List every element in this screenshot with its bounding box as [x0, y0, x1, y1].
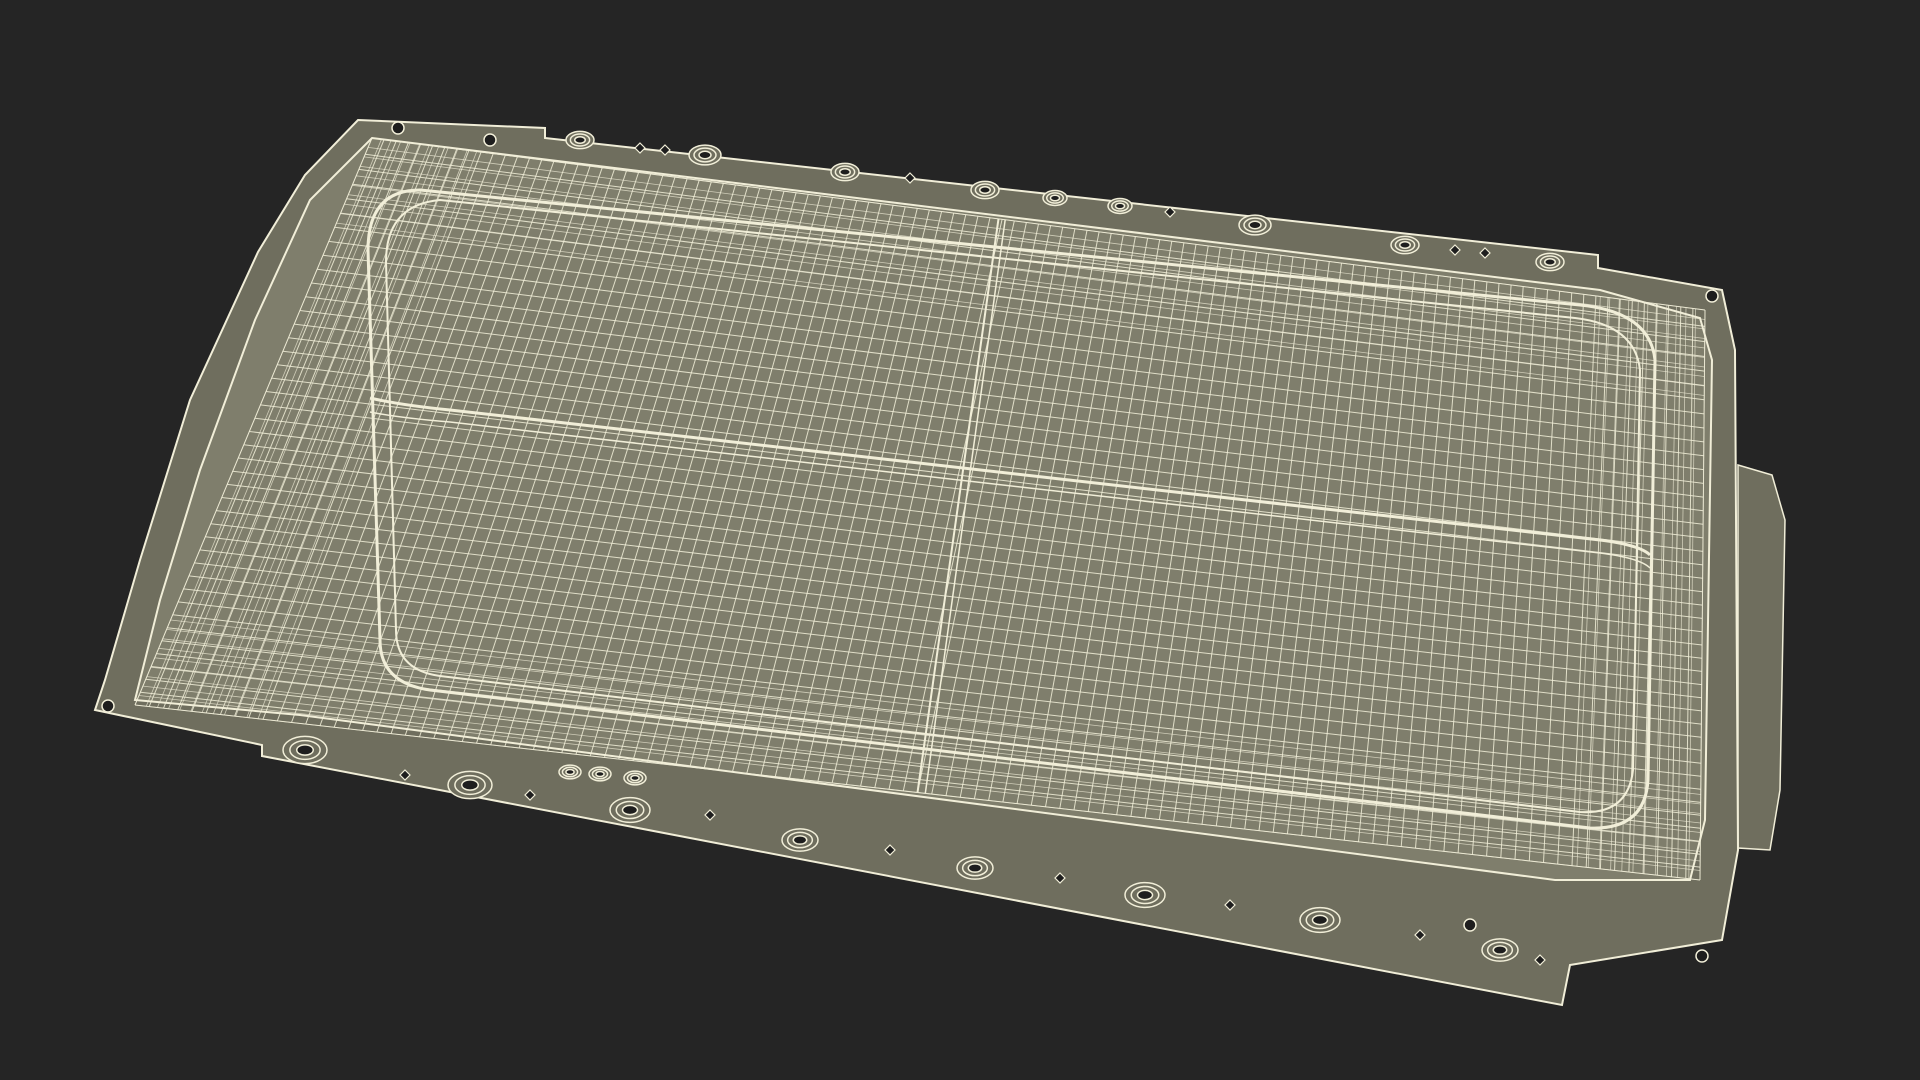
mounting-boss — [1535, 252, 1565, 272]
mounting-boss — [1124, 881, 1166, 909]
mounting-boss — [1042, 189, 1068, 207]
mounting-boss — [970, 180, 1000, 200]
mounting-boss — [609, 796, 651, 824]
corner-hole — [483, 133, 497, 147]
corner-hole — [1463, 918, 1477, 932]
mounting-boss — [781, 828, 819, 852]
wireframe-render — [93, 118, 1786, 1007]
mounting-boss — [623, 770, 647, 786]
corner-hole — [1695, 949, 1709, 963]
mounting-boss — [688, 144, 722, 166]
mounting-boss — [1390, 235, 1420, 255]
mounting-boss — [558, 764, 582, 780]
mounting-boss — [830, 162, 860, 182]
side-connector-block — [1737, 463, 1786, 851]
mounting-boss — [565, 130, 595, 150]
render-viewport[interactable] — [0, 0, 1920, 1080]
mounting-boss — [1238, 214, 1272, 236]
mounting-boss — [1481, 938, 1519, 962]
mounting-boss — [1299, 906, 1341, 934]
corner-hole — [101, 699, 115, 713]
mounting-boss — [447, 770, 493, 800]
mounting-boss — [588, 766, 612, 782]
mounting-boss — [282, 735, 328, 765]
corner-hole — [1705, 289, 1719, 303]
corner-hole — [391, 121, 405, 135]
mounting-boss — [1107, 197, 1133, 215]
mounting-boss — [956, 856, 994, 880]
